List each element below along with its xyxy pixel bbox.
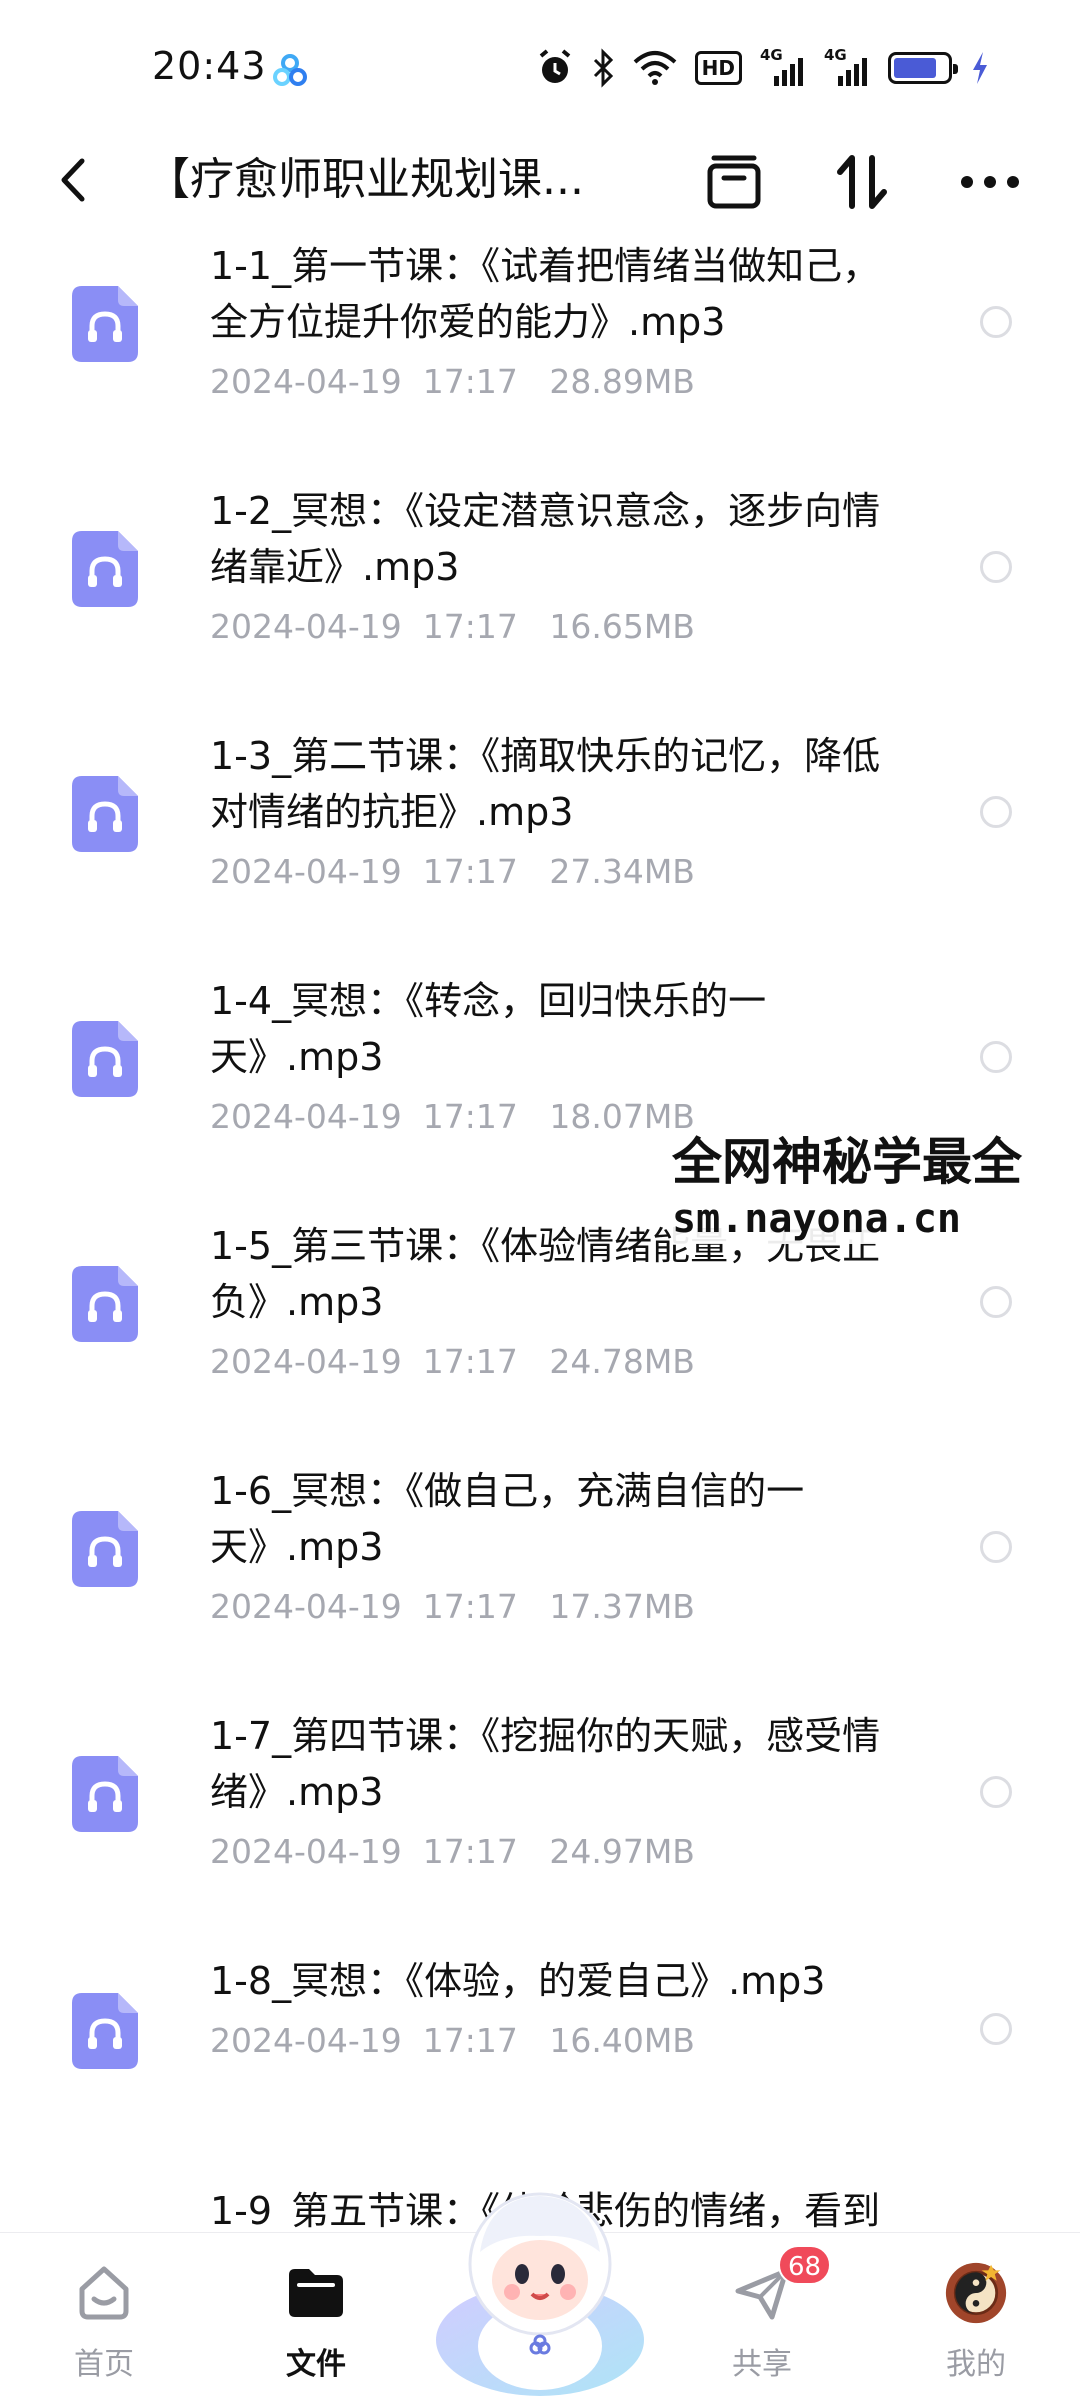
file-date: 2024-04-19 17:17 <box>210 1587 518 1626</box>
hd-icon: HD <box>694 51 742 85</box>
file-name: 1-7_第四节课：《挖掘你的天赋，感受情绪》.mp3 <box>210 1714 881 1814</box>
audio-file-icon <box>72 1993 138 2069</box>
watermark-url: sm.nayona.cn <box>672 1196 961 1242</box>
battery-icon <box>888 52 958 84</box>
file-date: 2024-04-19 17:17 <box>210 362 518 401</box>
wifi-icon <box>633 51 676 85</box>
list-item[interactable]: 1-1_第一节课：《试着把情绪当做知己，全方位提升你爱的能力》.mp3 2024… <box>0 230 1080 475</box>
signal-icon: 4G <box>760 46 806 88</box>
mascot-button[interactable] <box>428 2168 652 2400</box>
file-size: 17.37MB <box>549 1587 695 1626</box>
file-name: 1-1_第一节课：《试着把情绪当做知己，全方位提升你爱的能力》.mp3 <box>210 244 881 344</box>
status-bar: 20:43 HD 4G 4G <box>0 0 1080 130</box>
chevron-left-icon <box>61 158 85 202</box>
bluetooth-icon <box>593 48 613 88</box>
signal-icon: 4G <box>824 46 870 88</box>
file-date: 2024-04-19 17:17 <box>210 1342 518 1381</box>
list-item[interactable]: 1-8_冥想：《体验，的爱自己》.mp3 2024-04-19 17:17 16… <box>0 1945 1080 2135</box>
alarm-icon <box>539 49 570 83</box>
select-radio[interactable] <box>980 306 1012 338</box>
status-time: 20:43 <box>152 44 267 88</box>
app-notification-icon <box>273 54 307 86</box>
more-icon <box>961 176 1019 188</box>
file-meta: 2024-04-19 17:17 17.37MB <box>210 1585 695 1629</box>
audio-file-icon <box>72 531 138 607</box>
file-meta: 2024-04-19 17:17 28.89MB <box>210 360 695 404</box>
avatar <box>945 2262 1007 2324</box>
watermark-title: 全网神秘学最全 <box>672 1133 1022 1191</box>
file-size: 24.97MB <box>549 1832 695 1871</box>
file-date: 2024-04-19 17:17 <box>210 607 518 646</box>
sort-icon <box>837 155 887 209</box>
file-name: 1-2_冥想：《设定潜意识意念，逐步向情绪靠近》.mp3 <box>210 489 881 589</box>
select-radio[interactable] <box>980 796 1012 828</box>
nav-share-label: 共享 <box>732 2347 792 2382</box>
file-meta: 2024-04-19 17:17 16.40MB <box>210 2019 695 2063</box>
nav-mine-label: 我的 <box>946 2347 1006 2382</box>
select-radio[interactable] <box>980 1531 1012 1563</box>
nav-share[interactable]: 68 共享 <box>682 2233 842 2400</box>
select-radio[interactable] <box>980 1776 1012 1808</box>
file-meta: 2024-04-19 17:17 24.78MB <box>210 1340 695 1384</box>
select-radio[interactable] <box>980 2013 1012 2045</box>
sort-button[interactable] <box>830 150 894 214</box>
audio-file-icon <box>72 286 138 362</box>
file-size: 27.34MB <box>549 852 695 891</box>
audio-file-icon <box>72 1266 138 1342</box>
nav-mine[interactable]: 我的 <box>896 2233 1056 2400</box>
file-date: 2024-04-19 17:17 <box>210 2021 518 2060</box>
file-name: 1-3_第二节课：《摘取快乐的记忆，降低对情绪的抗拒》.mp3 <box>210 734 881 834</box>
list-item[interactable]: 1-2_冥想：《设定潜意识意念，逐步向情绪靠近》.mp3 2024-04-19 … <box>0 475 1080 720</box>
more-button[interactable] <box>958 150 1022 214</box>
home-icon <box>79 2266 129 2320</box>
select-radio[interactable] <box>980 551 1012 583</box>
mascot-icon <box>436 2192 644 2396</box>
checkbox-icon <box>707 155 761 209</box>
multi-select-button[interactable] <box>702 150 766 214</box>
select-radio[interactable] <box>980 1041 1012 1073</box>
file-name: 1-8_冥想：《体验，的爱自己》.mp3 <box>210 1959 826 2003</box>
audio-file-icon <box>72 1756 138 1832</box>
nav-home-label: 首页 <box>74 2347 134 2382</box>
file-meta: 2024-04-19 17:17 16.65MB <box>210 605 695 649</box>
list-item[interactable]: 1-7_第四节课：《挖掘你的天赋，感受情绪》.mp3 2024-04-19 17… <box>0 1700 1080 1945</box>
list-item[interactable]: 1-6_冥想：《做自己，充满自信的一天》.mp3 2024-04-19 17:1… <box>0 1455 1080 1700</box>
audio-file-icon <box>72 1511 138 1587</box>
nav-files[interactable]: 文件 <box>236 2233 396 2400</box>
file-date: 2024-04-19 17:17 <box>210 852 518 891</box>
file-name: 1-6_冥想：《做自己，充满自信的一天》.mp3 <box>210 1469 805 1569</box>
nav-home[interactable]: 首页 <box>24 2233 184 2400</box>
nav-files-label: 文件 <box>286 2347 346 2382</box>
file-date: 2024-04-19 17:17 <box>210 1832 518 1871</box>
audio-file-icon <box>72 1021 138 1097</box>
watermark: 全网神秘学最全 sm.nayona.cn <box>672 1130 1080 1244</box>
file-name: 1-4_冥想：《转念，回归快乐的一天》.mp3 <box>210 979 767 1079</box>
list-item[interactable]: 1-3_第二节课：《摘取快乐的记忆，降低对情绪的抗拒》.mp3 2024-04-… <box>0 720 1080 965</box>
folder-icon <box>289 2269 343 2317</box>
audio-file-icon <box>72 776 138 852</box>
file-meta: 2024-04-19 17:17 18.07MB <box>210 1095 695 1139</box>
header: 【疗愈师职业规划课... <box>0 130 1080 230</box>
select-radio[interactable] <box>980 1286 1012 1318</box>
file-size: 16.40MB <box>549 2021 695 2060</box>
file-size: 16.65MB <box>549 607 695 646</box>
charging-icon <box>973 52 987 84</box>
list-item[interactable]: 1-5_第三节课：《体验情绪能量，无畏正负》.mp3 2024-04-19 17… <box>0 1210 1080 1455</box>
back-button[interactable] <box>48 152 98 208</box>
file-meta: 2024-04-19 17:17 27.34MB <box>210 850 695 894</box>
file-size: 24.78MB <box>549 1342 695 1381</box>
file-meta: 2024-04-19 17:17 24.97MB <box>210 1830 695 1874</box>
status-icons: HD 4G 4G <box>537 46 990 90</box>
share-badge: 68 <box>778 2245 832 2285</box>
file-size: 28.89MB <box>549 362 695 401</box>
page-title: 【疗愈师职业规划课... <box>146 154 584 205</box>
file-date: 2024-04-19 17:17 <box>210 1097 518 1136</box>
